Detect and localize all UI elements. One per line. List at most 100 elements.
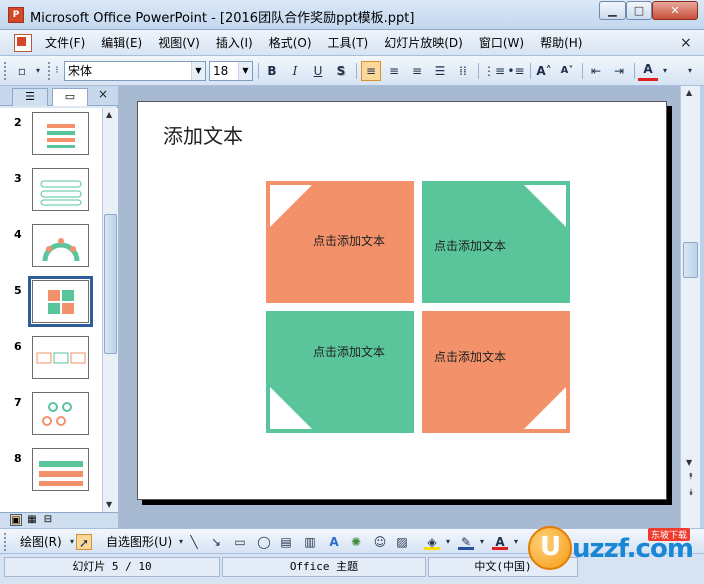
textbox-icon[interactable]: ▤ — [278, 534, 294, 550]
chevron-down-icon[interactable]: ▾ — [660, 61, 670, 81]
increase-font-icon[interactable]: A˄ — [534, 61, 554, 81]
decrease-indent-icon[interactable]: ⇤ — [586, 61, 606, 81]
thumbnail-image[interactable] — [28, 276, 93, 327]
chevron-down-icon[interactable]: ▼ — [191, 62, 205, 80]
autoshapes-button[interactable]: 自选图形(U) — [106, 533, 172, 551]
quadrant-text[interactable]: 点击添加文本 — [313, 232, 385, 249]
close-button[interactable]: ✕ — [652, 1, 698, 20]
thumbnail-image[interactable] — [32, 448, 89, 491]
font-size-select[interactable]: 18 ▼ — [209, 61, 253, 81]
quadrant-bottom-left[interactable]: 点击添加文本 — [266, 311, 414, 433]
menu-slideshow[interactable]: 幻灯片放映(D) — [384, 30, 463, 56]
scroll-down-icon[interactable]: ▼ — [106, 500, 112, 509]
slide-title[interactable]: 添加文本 — [163, 120, 243, 149]
underline-button[interactable]: U — [308, 61, 328, 81]
quadrant-text[interactable]: 点击添加文本 — [434, 237, 506, 254]
thumbnails-scrollbar[interactable]: ▲ ▼ — [102, 108, 118, 512]
font-color-icon[interactable]: A — [492, 534, 508, 550]
quadrant-bottom-right[interactable]: 点击添加文本 — [422, 311, 570, 433]
numbering-icon[interactable]: ⋮≡ — [483, 61, 505, 81]
menu-window[interactable]: 窗口(W) — [479, 30, 524, 56]
slide-thumbnail[interactable]: 2 — [0, 108, 102, 164]
toolbar-grip[interactable] — [48, 62, 51, 80]
chevron-down-icon[interactable]: ▼ — [238, 62, 252, 80]
site-watermark: uzzf.com 东坡下载 — [520, 524, 700, 580]
slide-thumbnail-selected[interactable]: 5 — [0, 276, 102, 332]
slide-scrollbar[interactable]: ▲ ▼ ⯭ ⯯ — [680, 86, 700, 528]
slide-thumbnail[interactable]: 7 — [0, 388, 102, 444]
bold-button[interactable]: B — [262, 61, 282, 81]
menu-tools[interactable]: 工具(T) — [328, 30, 369, 56]
pane-close-icon[interactable]: × — [98, 87, 108, 101]
menu-edit[interactable]: 编辑(E) — [101, 30, 142, 56]
wordart-icon[interactable]: A — [326, 534, 342, 550]
font-name-select[interactable]: 宋体 ▼ — [64, 61, 206, 81]
next-slide-icon[interactable]: ⯯ — [682, 488, 700, 502]
thumbnail-image[interactable] — [32, 392, 89, 435]
clipart-icon[interactable]: ☺ — [372, 534, 388, 550]
menu-view[interactable]: 视图(V) — [158, 30, 200, 56]
chevron-down-icon[interactable]: ▾ — [440, 534, 456, 550]
oval-icon[interactable]: ◯ — [256, 534, 272, 550]
slideshow-view-icon[interactable]: ⊟ — [42, 514, 54, 526]
picture-icon[interactable]: ▨ — [394, 534, 410, 550]
vertical-textbox-icon[interactable]: ▥ — [302, 534, 318, 550]
diagram-icon[interactable]: ✺ — [348, 534, 364, 550]
menu-file[interactable]: 文件(F) — [45, 30, 85, 56]
quadrant-text[interactable]: 点击添加文本 — [434, 348, 506, 365]
scroll-down-icon[interactable]: ▼ — [686, 458, 692, 467]
toolbar-grip[interactable] — [4, 533, 7, 551]
shadow-button[interactable]: S — [331, 61, 351, 81]
select-pointer-icon[interactable]: ➚ — [76, 534, 92, 550]
bullets-icon[interactable]: •≡ — [506, 61, 526, 81]
thumbnail-image[interactable] — [32, 112, 89, 155]
thumbnail-image[interactable] — [32, 336, 89, 379]
normal-view-icon[interactable]: ▣ — [10, 514, 22, 526]
slide-thumbnail[interactable]: 3 — [0, 164, 102, 220]
thumbnail-image[interactable] — [32, 224, 89, 267]
quadrant-top-left[interactable]: 点击添加文本 — [266, 181, 414, 303]
slide-sorter-icon[interactable]: ▦ — [26, 514, 38, 526]
toolbar-options-icon[interactable]: ▾ — [32, 61, 44, 81]
slide-thumbnail[interactable]: 8 — [0, 444, 102, 500]
italic-button[interactable]: I — [285, 61, 305, 81]
font-color-button[interactable]: A — [638, 61, 658, 81]
fill-color-icon[interactable]: ◈ — [424, 534, 440, 550]
align-center-icon[interactable]: ≡ — [384, 61, 404, 81]
tab-slides[interactable]: ▭ — [52, 88, 88, 106]
current-slide[interactable]: 添加文本 点击添加文本 点击添加文本 点击添加文本 点击添加文本 — [137, 101, 667, 500]
line-color-icon[interactable]: ✎ — [458, 534, 474, 550]
line-icon[interactable]: ╲ — [186, 534, 202, 550]
align-right-icon[interactable]: ≡ — [407, 61, 427, 81]
slide-thumbnail[interactable]: 6 — [0, 332, 102, 388]
distributed-icon[interactable]: ⁞⁞ — [453, 61, 473, 81]
scroll-up-icon[interactable]: ▲ — [686, 88, 692, 97]
menu-format[interactable]: 格式(O) — [269, 30, 312, 56]
scrollbar-thumb[interactable] — [104, 214, 117, 354]
rectangle-icon[interactable]: ▭ — [232, 534, 248, 550]
decrease-font-icon[interactable]: A˅ — [557, 61, 577, 81]
scrollbar-thumb[interactable] — [683, 242, 698, 278]
increase-indent-icon[interactable]: ⇥ — [609, 61, 629, 81]
slide-thumbnail[interactable]: 4 — [0, 220, 102, 276]
new-document-icon[interactable]: ▫ — [12, 61, 32, 81]
document-close-button[interactable]: × — [680, 35, 692, 51]
scroll-up-icon[interactable]: ▲ — [106, 110, 112, 119]
justify-icon[interactable]: ☰ — [430, 61, 450, 81]
quadrant-text[interactable]: 点击添加文本 — [313, 343, 385, 360]
tab-outline[interactable]: ☰ — [12, 88, 48, 106]
document-icon[interactable] — [14, 34, 32, 52]
toolbar-options-icon[interactable]: ▾ — [684, 61, 696, 81]
previous-slide-icon[interactable]: ⯭ — [682, 472, 700, 486]
align-left-icon[interactable]: ≡ — [361, 61, 381, 81]
draw-menu-button[interactable]: 绘图(R) — [20, 533, 62, 551]
thumbnail-image[interactable] — [32, 168, 89, 211]
arrow-icon[interactable]: ↘ — [208, 534, 224, 550]
menu-insert[interactable]: 插入(I) — [216, 30, 253, 56]
chevron-down-icon[interactable]: ▾ — [474, 534, 490, 550]
minimize-button[interactable]: ▁ — [599, 1, 626, 20]
menu-help[interactable]: 帮助(H) — [540, 30, 582, 56]
toolbar-grip[interactable] — [4, 62, 7, 80]
maximize-button[interactable]: □ — [626, 1, 652, 20]
quadrant-top-right[interactable]: 点击添加文本 — [422, 181, 570, 303]
